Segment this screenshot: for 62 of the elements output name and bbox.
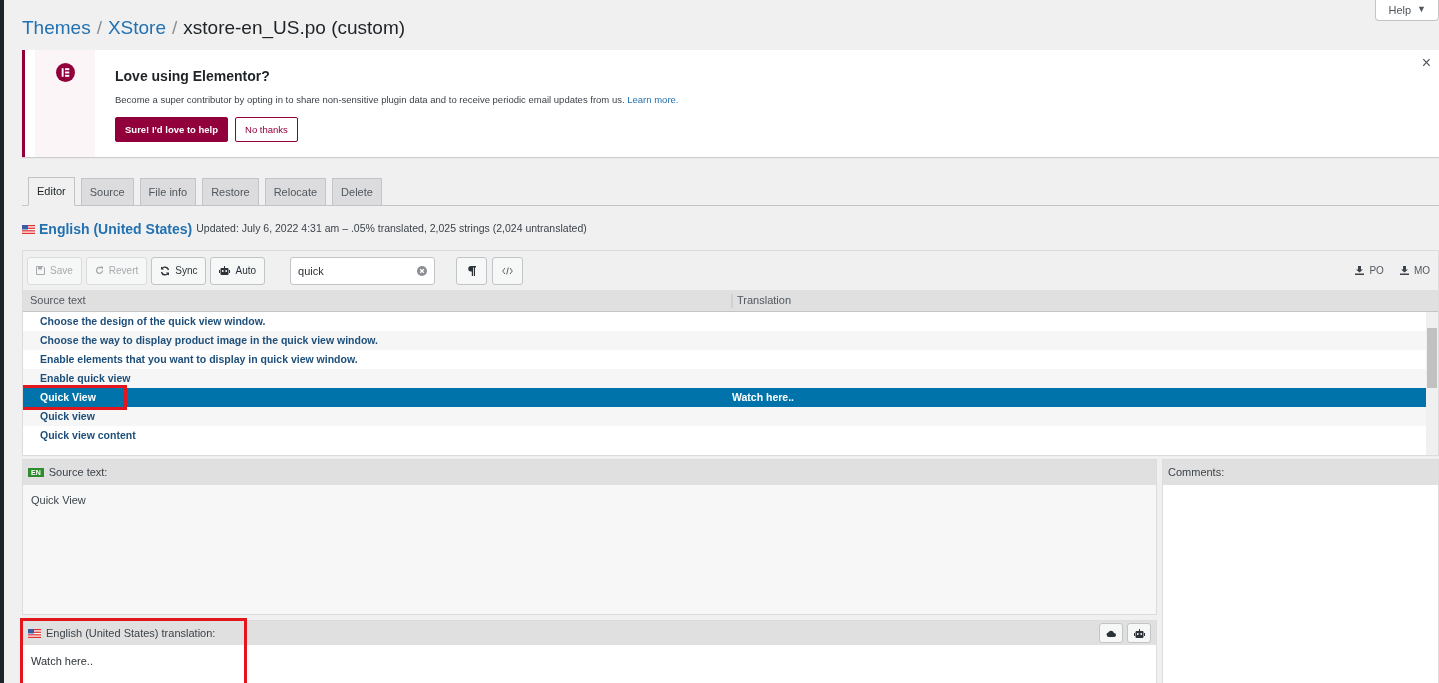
table-row[interactable]: Quick view bbox=[23, 407, 1426, 426]
clear-icon[interactable] bbox=[417, 265, 428, 276]
sync-icon bbox=[160, 265, 171, 276]
locale-info: Updated: July 6, 2022 4:31 am – .05% translated, 2,025 strings (2,024 untranslated) bbox=[196, 221, 587, 237]
table-row[interactable]: Enable quick view bbox=[23, 369, 1426, 388]
robot-icon bbox=[1133, 628, 1145, 638]
robot-icon bbox=[219, 266, 231, 275]
notice-title: Love using Elementor? bbox=[115, 67, 271, 86]
cloud-button[interactable] bbox=[1099, 623, 1123, 643]
download-icon bbox=[1355, 266, 1365, 275]
undefined-button[interactable]: Sync bbox=[151, 256, 207, 285]
download-icon bbox=[1399, 266, 1409, 275]
source-cell-text: Choose the way to display product image in the quick view window. bbox=[40, 332, 378, 348]
cloud-icon bbox=[1106, 629, 1116, 637]
download-button[interactable]: MO bbox=[1399, 263, 1430, 278]
tab[interactable]: Restore bbox=[202, 178, 259, 206]
help-button[interactable]: Help ▼ bbox=[1375, 0, 1439, 21]
undo-icon bbox=[94, 266, 104, 275]
source-cell-text: Quick view bbox=[40, 408, 95, 424]
elementor-logo-icon bbox=[55, 63, 75, 82]
invisibles-button[interactable] bbox=[456, 256, 488, 285]
page-title: xstore-en_US.po (custom) bbox=[183, 16, 406, 41]
learn-more-link[interactable]: Learn more. bbox=[627, 94, 679, 105]
table-row[interactable]: Quick View Watch here.. bbox=[23, 388, 1426, 407]
breadcrumb-separator: / bbox=[96, 16, 102, 40]
source-text: Quick View bbox=[30, 493, 87, 508]
pilcrow-icon bbox=[467, 265, 476, 276]
robot-button[interactable] bbox=[1127, 623, 1151, 643]
tab[interactable]: Delete bbox=[332, 178, 382, 206]
source-cell-text: Choose the design of the quick view window. bbox=[40, 313, 266, 329]
source-cell-text: Enable elements that you want to display in quick view window. bbox=[40, 351, 358, 367]
download-button[interactable]: PO bbox=[1355, 263, 1384, 278]
us-flag-icon bbox=[28, 628, 41, 638]
tab[interactable]: File info bbox=[139, 178, 197, 206]
opt-in-button[interactable]: Sure! I'd love to help bbox=[115, 117, 229, 143]
tab[interactable]: Source bbox=[80, 178, 134, 206]
column-header[interactable]: Translation bbox=[733, 292, 791, 309]
tab[interactable]: Editor bbox=[28, 177, 75, 206]
source-cell-text: Quick view content bbox=[40, 427, 136, 443]
dismiss-button[interactable]: No thanks bbox=[235, 117, 298, 143]
pane-label: Comments: bbox=[1163, 460, 1438, 485]
locale-link[interactable]: English (United States) bbox=[39, 218, 193, 240]
breadcrumb-link[interactable]: Themes bbox=[22, 14, 91, 43]
tab[interactable]: Relocate bbox=[264, 178, 327, 206]
source-cell: Quick View bbox=[23, 387, 124, 408]
table-row[interactable]: Choose the way to display product image in the quick view window. bbox=[23, 331, 1426, 350]
breadcrumb-separator: / bbox=[172, 16, 178, 40]
undefined-button[interactable]: Auto bbox=[210, 256, 266, 285]
translation-cell: Watch here.. bbox=[732, 390, 795, 403]
pane-label: English (United States) translation: bbox=[46, 625, 216, 641]
source-cell-text: Enable quick view bbox=[40, 370, 131, 386]
code-icon bbox=[502, 266, 514, 275]
notice-text: Become a super contributor by opting in to share non-sensitive plugin data and to receive periodic email updates from us. Learn more. bbox=[115, 93, 679, 107]
us-flag-icon bbox=[22, 224, 35, 234]
breadcrumb-link[interactable]: XStore bbox=[107, 14, 166, 43]
close-button[interactable]: × bbox=[1421, 55, 1431, 71]
search-field[interactable]: quick bbox=[290, 256, 436, 285]
scrollbar[interactable] bbox=[1426, 312, 1438, 455]
column-header[interactable]: Source text bbox=[23, 292, 731, 309]
save-icon bbox=[36, 266, 45, 275]
translation-field[interactable]: Watch here.. bbox=[22, 645, 1157, 683]
pane-label: Source text: bbox=[48, 465, 108, 481]
